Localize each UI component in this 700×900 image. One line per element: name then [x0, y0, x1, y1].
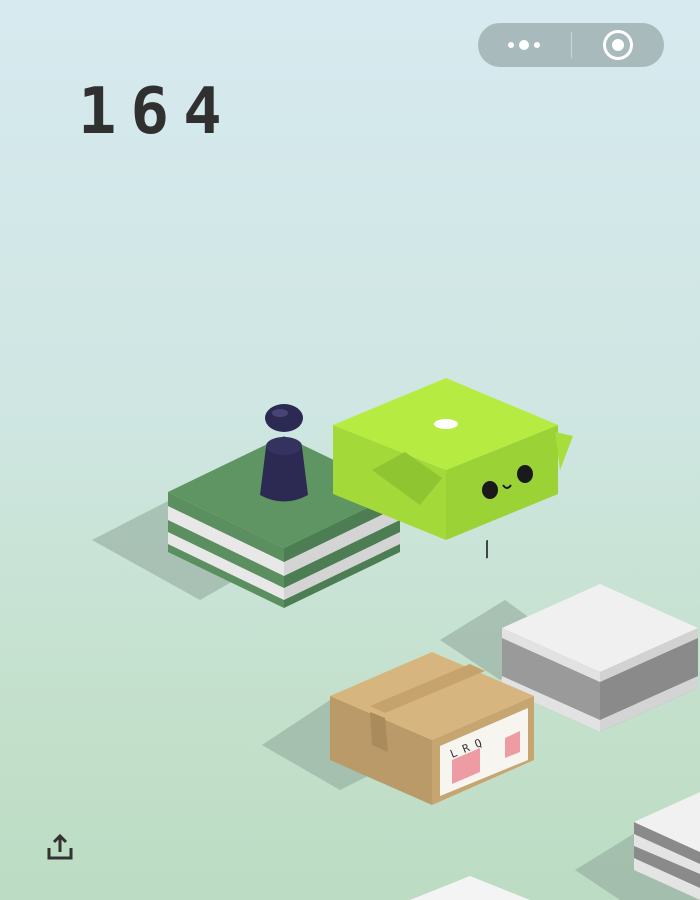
more-dots-icon: [508, 40, 541, 50]
white-platform-edge: [410, 876, 530, 900]
player-piece: [260, 404, 308, 502]
close-button[interactable]: [572, 23, 665, 67]
box-eye-right: [517, 465, 533, 483]
score-display: 164: [78, 75, 236, 149]
share-button[interactable]: [44, 832, 76, 864]
mini-program-capsule: [478, 23, 664, 67]
box-eye-left: [482, 481, 498, 499]
share-upload-icon: [47, 833, 73, 860]
target-circle-icon: [602, 30, 633, 60]
more-button[interactable]: [478, 23, 571, 67]
target-center-dot: [434, 419, 458, 429]
